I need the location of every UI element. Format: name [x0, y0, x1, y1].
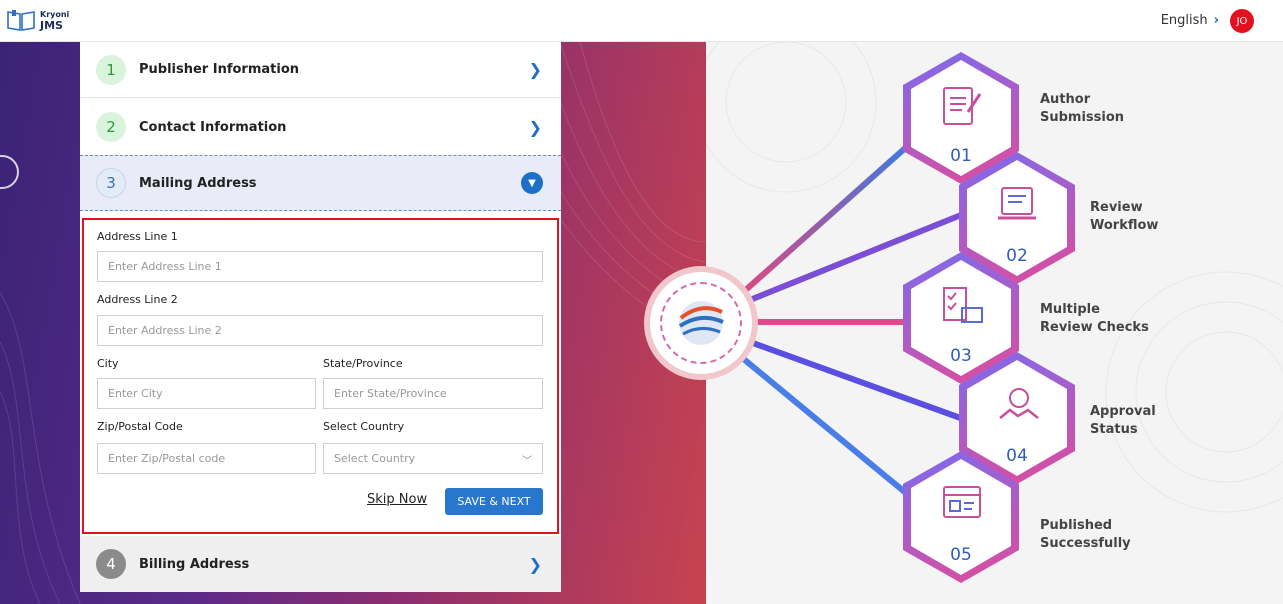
step-title: Billing Address	[139, 556, 250, 572]
workflow-hub	[650, 272, 752, 374]
zip-label: Zip/Postal Code	[97, 420, 183, 433]
user-avatar[interactable]: JO	[1230, 9, 1254, 33]
address-line2-input[interactable]: Enter Address Line 2	[97, 315, 543, 346]
country-select[interactable]: Select Country ﹀	[323, 443, 543, 474]
language-label: English	[1160, 13, 1208, 28]
step-mailing-address[interactable]: 3 Mailing Address ▼	[80, 155, 561, 211]
step-number: 2	[96, 112, 126, 142]
address-line1-input[interactable]: Enter Address Line 1	[97, 251, 543, 282]
step-billing-address[interactable]: 4 Billing Address ❯	[80, 536, 561, 592]
country-select-value: Select Country	[334, 452, 416, 465]
approval-handshake-icon	[999, 388, 1039, 419]
workflow-step-number: 05	[950, 545, 972, 565]
city-input[interactable]: Enter City	[97, 378, 316, 409]
review-workflow-icon	[998, 187, 1036, 220]
review-checks-icon	[943, 287, 983, 323]
step-number: 3	[96, 168, 126, 198]
workflow-step-05: 05	[903, 451, 1019, 583]
chevron-right-icon[interactable]: ❯	[529, 118, 542, 137]
step-contact-information[interactable]: 2 Contact Information ❯	[80, 99, 561, 155]
zip-input[interactable]: Enter Zip/Postal code	[97, 443, 316, 474]
step-title: Mailing Address	[139, 175, 257, 191]
step-title: Publisher Information	[139, 62, 300, 77]
chevron-down-icon[interactable]: ▼	[521, 172, 543, 194]
language-selector[interactable]: English ›	[1161, 13, 1219, 28]
chevron-right-icon[interactable]: ❯	[529, 555, 542, 574]
step-title: Contact Information	[139, 119, 287, 135]
published-icon	[943, 486, 981, 518]
step-number: 1	[96, 54, 126, 85]
chevron-right-icon[interactable]: ❯	[529, 60, 542, 79]
chevron-right-icon: ›	[1213, 13, 1219, 28]
chevron-down-icon: ﹀	[522, 456, 532, 467]
step-number: 4	[96, 549, 126, 579]
workflow-step-label: Approval Status	[1090, 404, 1156, 437]
address-line2-label: Address Line 2	[97, 293, 178, 306]
country-label: Select Country	[323, 420, 405, 433]
top-bar: Kryoni JMS English › JO	[0, 0, 1283, 42]
app-logo[interactable]: Kryoni JMS	[6, 8, 69, 32]
state-label: State/Province	[323, 357, 403, 370]
state-input[interactable]: Enter State/Province	[323, 378, 543, 409]
author-submission-icon	[943, 87, 982, 125]
globe-logo-icon	[678, 301, 724, 345]
workflow-step-label: Review Workflow	[1090, 200, 1159, 233]
book-logo-icon	[7, 10, 35, 31]
workflow-step-label: Author Submission	[1040, 92, 1125, 125]
workflow-step-label: Multiple Review Checks	[1040, 302, 1149, 335]
save-next-button[interactable]: SAVE & NEXT	[445, 488, 543, 515]
step-publisher-information[interactable]: 1 Publisher Information ❯	[80, 42, 561, 98]
logo-product: JMS	[40, 19, 63, 32]
city-label: City	[97, 357, 119, 370]
workflow-step-label: Published Successfully	[1040, 518, 1131, 551]
skip-now-link[interactable]: Skip Now	[367, 492, 427, 507]
address-line1-label: Address Line 1	[97, 230, 178, 243]
